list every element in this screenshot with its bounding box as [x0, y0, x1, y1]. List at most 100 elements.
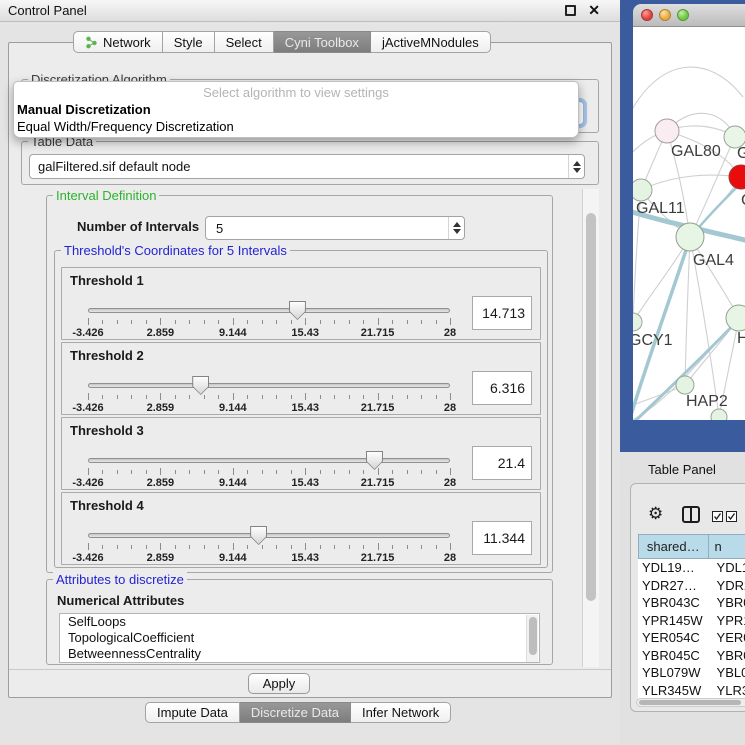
dropdown-item-equal-width-frequency[interactable]: Equal Width/Frequency Discretization	[14, 118, 578, 135]
network-node[interactable]	[633, 179, 652, 201]
network-node[interactable]	[633, 313, 642, 331]
network-window-titlebar[interactable]	[633, 4, 745, 27]
network-node[interactable]	[676, 376, 694, 394]
slider-track[interactable]	[88, 308, 450, 313]
table-row[interactable]: YDL19…YDL1	[638, 559, 745, 577]
table-horizontal-scrollbar-thumb[interactable]	[639, 700, 741, 705]
tab-label: jActiveMNodules	[382, 35, 479, 50]
slider-tick-labels: -3.4262.8599.14415.4321.71528	[88, 402, 450, 415]
slider-tick	[160, 393, 161, 400]
table-row[interactable]: YBL079WYBL0	[638, 664, 745, 682]
slider-tick	[349, 395, 350, 399]
table-row[interactable]: YLR345WYLR3	[638, 682, 745, 700]
slider-tick	[146, 395, 147, 399]
network-view-window[interactable]: GAL80GACGAL11GAL4GCY1HHAP2	[633, 4, 745, 420]
slider-track[interactable]	[88, 533, 450, 538]
threshold-slider[interactable]: -3.4262.8599.14415.4321.71528	[88, 379, 450, 415]
columns-icon[interactable]	[682, 506, 700, 523]
slider-tick-label: 2.859	[147, 402, 175, 414]
tab-network[interactable]: Network	[73, 31, 163, 53]
slider-tick-labels: -3.4262.8599.14415.4321.71528	[88, 477, 450, 490]
table-row[interactable]: YER054CYER0	[638, 629, 745, 647]
slider-tick	[305, 543, 306, 550]
threshold-slider[interactable]: -3.4262.8599.14415.4321.71528	[88, 454, 450, 490]
column-header-name[interactable]: n	[709, 534, 745, 559]
tab-select[interactable]: Select	[215, 31, 274, 53]
attribute-list-item[interactable]: BetweennessCentrality	[60, 646, 539, 662]
network-node[interactable]	[655, 119, 679, 143]
minimize-light-icon[interactable]	[659, 9, 671, 21]
node-attribute-table[interactable]: shared… n YDL19…YDL1YDR27…YDR2YBR043CYBR…	[638, 534, 745, 705]
table-row[interactable]: YPR145WYPR1	[638, 612, 745, 630]
tab-cyni-toolbox[interactable]: Cyni Toolbox	[274, 31, 371, 53]
tab-style[interactable]: Style	[163, 31, 215, 53]
slider-tick-label: 28	[444, 402, 456, 414]
table-cell: YBL0	[709, 665, 745, 680]
table-data-combobox[interactable]: galFiltered.sif default node	[29, 154, 585, 179]
network-node[interactable]	[729, 165, 745, 189]
tab-discretize-data[interactable]: Discretize Data	[240, 702, 351, 723]
threshold-1-box: Threshold 1 -3.4262.8599.14415.4321.7152…	[61, 267, 541, 340]
slider-track[interactable]	[88, 458, 450, 463]
column-header-shared-name[interactable]: shared…	[638, 534, 709, 559]
slider-tick	[131, 470, 132, 474]
numerical-attributes-list[interactable]: SelfLoopsTopologicalCoefficientBetweenne…	[59, 613, 540, 663]
slider-tick-label: 15.43	[291, 552, 319, 564]
slider-tick-label: 21.715	[361, 477, 395, 489]
slider-tick	[102, 320, 103, 324]
table-horizontal-scrollbar[interactable]	[636, 698, 745, 707]
slider-tick	[262, 470, 263, 474]
zoom-light-icon[interactable]	[677, 9, 689, 21]
slider-tick	[305, 468, 306, 475]
apply-button[interactable]: Apply	[248, 673, 310, 694]
table-row[interactable]: YDR27…YDR2	[638, 577, 745, 595]
slider-tick	[117, 545, 118, 549]
list-scrollbar-thumb[interactable]	[529, 617, 537, 655]
network-canvas[interactable]: GAL80GACGAL11GAL4GCY1HHAP2	[633, 27, 745, 420]
slider-tick	[146, 320, 147, 324]
tab-jactivemnodules[interactable]: jActiveMNodules	[371, 31, 491, 53]
slider-tick-label: 21.715	[361, 327, 395, 339]
threshold-slider[interactable]: -3.4262.8599.14415.4321.71528	[88, 529, 450, 565]
attribute-list-item[interactable]: TopologicalCoefficient	[60, 630, 539, 646]
threshold-value-field[interactable]: 14.713	[472, 296, 532, 330]
threshold-slider[interactable]: -3.4262.8599.14415.4321.71528	[88, 304, 450, 340]
close-icon[interactable]: ✕	[588, 2, 600, 19]
table-cell: YBL079W	[638, 665, 709, 680]
slider-tick	[363, 470, 364, 474]
slider-tick	[117, 470, 118, 474]
checkbox-icon[interactable]	[726, 511, 737, 522]
table-row[interactable]: YBR045CYBR0	[638, 647, 745, 665]
control-panel-titlebar: Control Panel ✕	[0, 0, 620, 22]
network-node[interactable]	[726, 305, 745, 331]
slider-tick	[334, 470, 335, 474]
threshold-value-field[interactable]: 11.344	[472, 521, 532, 555]
network-node[interactable]	[711, 409, 727, 420]
slider-tick	[291, 470, 292, 474]
network-node[interactable]	[676, 223, 704, 251]
dropdown-item-manual-discretization[interactable]: Manual Discretization	[14, 101, 578, 118]
threshold-value-field[interactable]: 6.316	[472, 371, 532, 405]
slider-tick	[291, 545, 292, 549]
slider-tick	[334, 545, 335, 549]
table-row[interactable]: YBR043CYBR0	[638, 594, 745, 612]
combobox-value: 5	[206, 221, 448, 236]
tab-label: Cyni Toolbox	[285, 35, 359, 50]
panel-scrollbar-thumb[interactable]	[586, 213, 596, 601]
number-of-intervals-combobox[interactable]: 5	[205, 216, 465, 240]
slider-track[interactable]	[88, 383, 450, 388]
list-scrollbar[interactable]	[526, 615, 538, 663]
checkbox-icon[interactable]	[712, 511, 723, 522]
float-panel-icon[interactable]	[565, 5, 576, 16]
close-light-icon[interactable]	[641, 9, 653, 21]
slider-tick-label: 15.43	[291, 327, 319, 339]
gear-icon[interactable]: ⚙	[648, 504, 663, 524]
threshold-value-field[interactable]: 21.4	[472, 446, 532, 480]
attributes-to-discretize-group: Attributes to discretize Numerical Attri…	[46, 579, 553, 665]
tab-infer-network[interactable]: Infer Network	[351, 702, 451, 723]
dropdown-hint: Select algorithm to view settings	[14, 82, 578, 101]
slider-tick	[233, 543, 234, 550]
attribute-list-item[interactable]: SelfLoops	[60, 614, 539, 630]
panel-scrollbar[interactable]	[582, 189, 599, 667]
tab-impute-data[interactable]: Impute Data	[145, 702, 240, 723]
